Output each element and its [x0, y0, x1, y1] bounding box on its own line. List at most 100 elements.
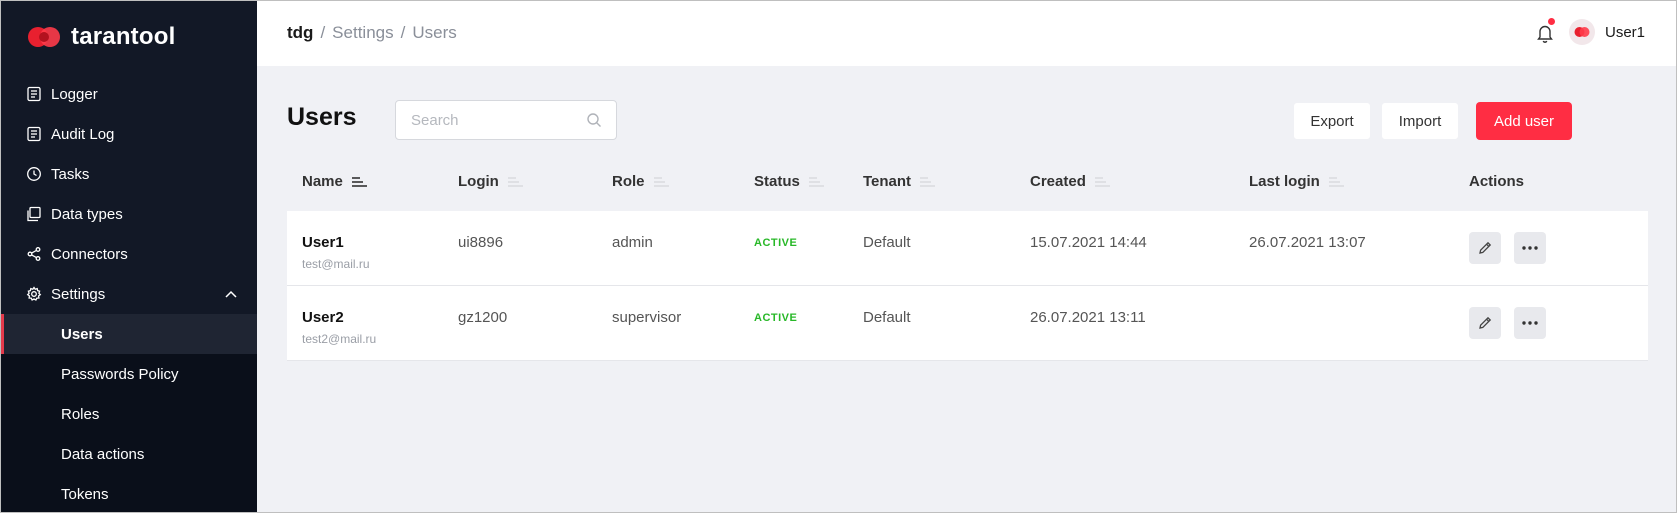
sort-icon[interactable] — [351, 176, 367, 188]
more-button[interactable] — [1514, 232, 1546, 264]
sidebar-subitem-roles[interactable]: Roles — [1, 394, 257, 434]
column-header-tenant[interactable]: Tenant — [863, 173, 936, 190]
logo[interactable]: tarantool — [25, 21, 175, 53]
last-login-cell: 26.07.2021 13:07 — [1249, 234, 1366, 251]
add-user-button[interactable]: Add user — [1476, 102, 1572, 140]
app-window: tarantool Logger Audit Log Tasks Data ty… — [0, 0, 1677, 513]
sidebar-item-tasks[interactable]: Tasks — [1, 154, 257, 194]
edit-button[interactable] — [1469, 307, 1501, 339]
role-cell: supervisor — [612, 309, 682, 326]
sidebar-subitem-data-actions[interactable]: Data actions — [1, 434, 257, 474]
sidebar-item-audit-log[interactable]: Audit Log — [1, 114, 257, 154]
page-title: Users — [287, 103, 357, 131]
avatar-logo-icon — [1574, 27, 1590, 37]
import-button[interactable]: Import — [1381, 102, 1459, 140]
sidebar-item-connectors[interactable]: Connectors — [1, 234, 257, 274]
breadcrumb-settings[interactable]: Settings — [332, 23, 393, 43]
created-cell: 26.07.2021 13:11 — [1030, 309, 1146, 326]
sidebar-subitem-users[interactable]: Users — [1, 314, 257, 354]
gear-icon — [25, 285, 43, 303]
logo-text: tarantool — [71, 23, 176, 50]
bell-icon[interactable] — [1535, 22, 1555, 44]
created-cell: 15.07.2021 14:44 — [1030, 234, 1147, 251]
column-header-role[interactable]: Role — [612, 173, 669, 190]
share-icon — [25, 245, 43, 263]
column-header-actions: Actions — [1469, 173, 1524, 190]
chevron-up-icon[interactable] — [223, 286, 239, 302]
user-name-cell[interactable]: User1 — [302, 234, 344, 251]
breadcrumb-separator: / — [320, 23, 326, 42]
top-header: tdg / Settings / Users User1 — [257, 1, 1676, 66]
layers-icon — [25, 205, 43, 223]
more-dots-icon — [1522, 246, 1538, 250]
search-icon[interactable] — [586, 112, 602, 128]
sort-icon[interactable] — [919, 176, 936, 188]
breadcrumb-root[interactable]: tdg — [287, 23, 313, 43]
sidebar-subitem-passwords-policy[interactable]: Passwords Policy — [1, 354, 257, 394]
more-dots-icon — [1522, 321, 1538, 325]
login-cell: ui8896 — [458, 234, 504, 251]
column-header-name[interactable]: Name — [302, 173, 367, 190]
sidebar-item-label: Tasks — [51, 165, 90, 183]
sidebar-subitem-tokens[interactable]: Tokens — [1, 474, 257, 512]
sidebar-subitem-label: Users — [61, 325, 103, 343]
column-label: Name — [302, 173, 343, 190]
search-input[interactable] — [396, 101, 586, 139]
role-cell: admin — [612, 234, 653, 251]
sidebar-subitem-label: Data actions — [61, 445, 145, 463]
main-content: Users Export Import Add user Name Login … — [257, 66, 1676, 512]
tenant-cell: Default — [863, 234, 911, 251]
sidebar-item-data-types[interactable]: Data types — [1, 194, 257, 234]
sidebar: tarantool Logger Audit Log Tasks Data ty… — [1, 1, 257, 512]
pencil-icon — [1479, 241, 1492, 254]
user-menu[interactable]: User1 — [1569, 19, 1645, 45]
user-name-cell[interactable]: User2 — [302, 309, 344, 326]
sort-icon[interactable] — [808, 176, 824, 188]
sidebar-item-label: Data types — [51, 205, 123, 223]
users-table: Name Login Role Status Tenant Created La… — [287, 151, 1648, 361]
table-row[interactable]: User1 test@mail.ru ui8896 admin ACTIVE D… — [287, 211, 1648, 286]
tenant-cell: Default — [863, 309, 911, 326]
column-header-login[interactable]: Login — [458, 173, 523, 190]
sort-icon[interactable] — [653, 176, 669, 188]
column-label: Login — [458, 173, 499, 190]
column-label: Actions — [1469, 173, 1525, 190]
document-icon — [25, 85, 43, 103]
edit-button[interactable] — [1469, 232, 1501, 264]
sidebar-subitem-label: Tokens — [61, 485, 109, 503]
avatar — [1569, 19, 1595, 45]
column-label: Tenant — [863, 173, 912, 190]
sort-icon[interactable] — [1094, 176, 1110, 188]
sidebar-item-label: Connectors — [51, 245, 128, 263]
user-name: User1 — [1605, 23, 1646, 41]
column-label: Status — [754, 173, 800, 190]
tarantool-logo-icon — [28, 27, 60, 47]
sidebar-item-label: Settings — [51, 285, 106, 303]
breadcrumb: tdg / Settings / Users — [287, 23, 457, 43]
column-header-status[interactable]: Status — [754, 173, 824, 190]
clock-icon — [25, 165, 43, 183]
table-header: Name Login Role Status Tenant Created La… — [287, 151, 1648, 211]
column-header-last-login[interactable]: Last login — [1249, 173, 1344, 190]
column-label: Role — [612, 173, 645, 190]
breadcrumb-separator: / — [400, 23, 406, 42]
export-button[interactable]: Export — [1293, 102, 1371, 140]
sidebar-item-logger[interactable]: Logger — [1, 74, 257, 114]
sidebar-subitem-label: Passwords Policy — [61, 365, 179, 383]
login-cell: gz1200 — [458, 309, 508, 326]
column-header-created[interactable]: Created — [1030, 173, 1110, 190]
sort-icon[interactable] — [1328, 176, 1344, 188]
column-label: Created — [1030, 173, 1086, 190]
status-badge: ACTIVE — [754, 312, 798, 324]
column-label: Last login — [1249, 173, 1320, 190]
pencil-icon — [1479, 316, 1492, 329]
sidebar-nav: Logger Audit Log Tasks Data types Connec… — [1, 74, 257, 512]
sort-icon[interactable] — [507, 176, 523, 188]
more-button[interactable] — [1514, 307, 1546, 339]
breadcrumb-users: Users — [412, 23, 457, 42]
search-box — [395, 100, 617, 140]
table-row[interactable]: User2 test2@mail.ru gz1200 supervisor AC… — [287, 286, 1648, 361]
sidebar-item-label: Logger — [51, 85, 98, 103]
sidebar-item-settings[interactable]: Settings — [1, 274, 257, 314]
sidebar-subitem-label: Roles — [61, 405, 100, 423]
